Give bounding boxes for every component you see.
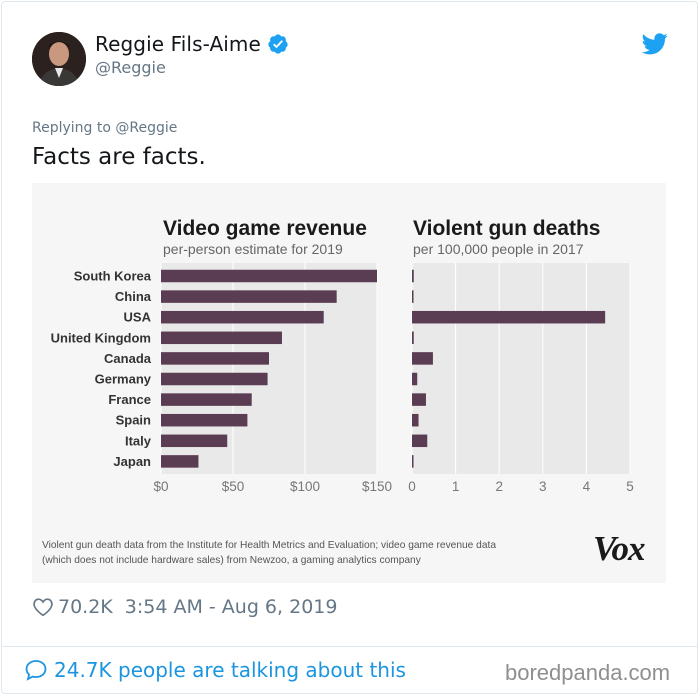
- category-label: Italy: [125, 433, 152, 448]
- gun-tick-label: 2: [495, 479, 503, 494]
- gun-tick-label: 4: [583, 479, 591, 494]
- heart-icon[interactable]: [32, 596, 54, 618]
- talking-text[interactable]: 24.7K people are talking about this: [54, 658, 406, 682]
- replying-to[interactable]: Replying to @Reggie: [32, 120, 177, 136]
- gun-bar: [412, 310, 606, 324]
- vox-logo: Vox: [593, 529, 645, 568]
- revenue-bar: [161, 331, 282, 345]
- revenue-bar: [161, 393, 252, 406]
- verified-badge-icon: [268, 34, 288, 54]
- category-label: USA: [124, 310, 152, 325]
- gun-bar: [412, 393, 426, 406]
- category-label: South Korea: [74, 269, 152, 284]
- gun-tick-label: 3: [539, 479, 547, 494]
- gun-bar: [412, 352, 433, 365]
- category-label: Spain: [116, 413, 151, 428]
- revenue-bar: [161, 372, 268, 386]
- gun-tick-label: 5: [626, 479, 634, 494]
- like-count[interactable]: 70.2K: [58, 596, 113, 618]
- gun-bar: [412, 455, 414, 468]
- gun-plot-area: [412, 263, 630, 474]
- revenue-bar: [161, 455, 199, 468]
- category-label: United Kingdom: [51, 330, 151, 345]
- revenue-bar: [161, 352, 269, 365]
- footnote-line-1: Violent gun death data from the Institut…: [42, 540, 497, 551]
- revenue-bar: [161, 413, 248, 427]
- divider: [1, 646, 698, 647]
- chart-footnote: Violent gun death data from the Institut…: [42, 538, 496, 568]
- gun-bar: [412, 413, 419, 427]
- category-label: Japan: [113, 454, 151, 469]
- tweet-timestamp[interactable]: 3:54 AM - Aug 6, 2019: [125, 596, 338, 618]
- gun-bar: [412, 434, 428, 448]
- revenue-bar: [161, 310, 324, 324]
- revenue-tick-label: $50: [222, 479, 245, 494]
- tweet-text: Facts are facts.: [32, 144, 206, 170]
- revenue-chart-title: Video game revenue: [163, 217, 367, 240]
- avatar[interactable]: [32, 32, 86, 86]
- revenue-tick-label: $0: [153, 479, 168, 494]
- revenue-bar: [161, 269, 377, 283]
- revenue-bar: [161, 434, 228, 448]
- author-name[interactable]: Reggie Fils-Aime: [95, 32, 261, 56]
- category-label: China: [115, 289, 152, 304]
- chart-svg: $0 $50 $100 $150 Video game revenueper-perso…: [51, 217, 634, 494]
- gun-tick-label: 0: [408, 479, 416, 494]
- watermark: boredpanda.com: [505, 660, 671, 685]
- revenue-tick-label: $150: [362, 479, 392, 494]
- gun-bar: [412, 372, 418, 386]
- revenue-chart-subtitle: per-person estimate for 2019: [163, 241, 343, 257]
- category-label: France: [108, 392, 151, 407]
- gun-bar: [412, 269, 414, 283]
- talking-link[interactable]: 24.7K people are talking about this: [24, 658, 406, 682]
- revenue-bar: [161, 290, 337, 303]
- revenue-tick-label: $100: [290, 479, 320, 494]
- speech-bubble-icon: [25, 660, 47, 681]
- gun-chart-title: Violent gun deaths: [413, 217, 600, 240]
- twitter-bird-icon[interactable]: [642, 33, 668, 55]
- gun-tick-label: 1: [452, 479, 460, 494]
- footnote-line-2: (which does not include hardware sales) …: [42, 555, 421, 566]
- gun-bar: [412, 331, 414, 345]
- chart-image[interactable]: $0 $50 $100 $150 Video game revenue per-perso…: [32, 183, 666, 583]
- category-label: Germany: [95, 372, 152, 387]
- author-handle[interactable]: @Reggie: [95, 58, 166, 77]
- gun-bar: [412, 290, 414, 303]
- gun-chart-subtitle: per 100,000 people in 2017: [413, 241, 584, 257]
- category-label: Canada: [104, 351, 152, 366]
